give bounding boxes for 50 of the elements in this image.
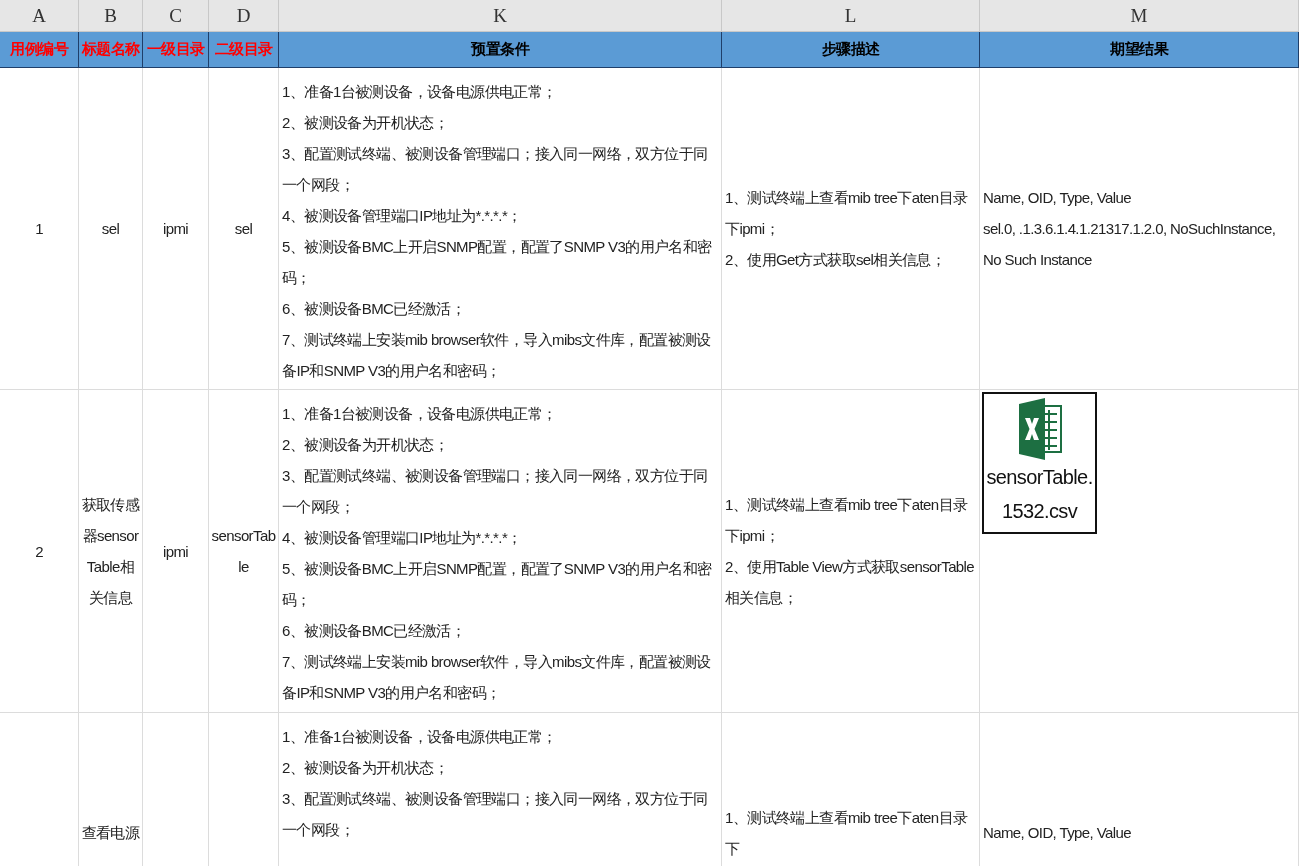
step-text: 1、测试终端上查看mib tree下aten目录下ipmi； <box>725 495 969 546</box>
spreadsheet-file-icon <box>1016 398 1063 460</box>
case-title: 查看电源 <box>80 823 141 843</box>
precondition-text: 5、被测设备BMC上开启SNMP配置，配置了SNMP V3的用户名和密码； <box>282 237 713 288</box>
precondition-text: 1、准备1台被测设备，设备电源供电正常； <box>282 727 558 747</box>
step-text: 1、测试终端上查看mib tree下aten目录下ipmi； <box>725 188 969 239</box>
subcategory-text: sel <box>233 219 254 239</box>
expected-result-text: sel.0, .1.3.6.1.4.1.21317.1.2.0, NoSuchInstance, No Such Instance <box>983 219 1277 270</box>
case-title: sel <box>100 219 121 239</box>
precondition-text: 2、被测设备为开机状态； <box>282 113 450 133</box>
column-letter-header[interactable]: M <box>980 0 1299 32</box>
case-number: 2 <box>34 541 44 562</box>
precondition-text: 6、被测设备BMC已经激活； <box>282 621 467 641</box>
subcategory-text: sensorTable <box>210 526 277 577</box>
column-title: 步骤描述 <box>821 40 880 59</box>
precondition-text: 5、被测设备BMC上开启SNMP配置，配置了SNMP V3的用户名和密码； <box>282 559 713 610</box>
step-text: 2、使用Table View方式获取sensorTable相关信息； <box>725 557 976 608</box>
precondition-text: 7、测试终端上安装mib browser软件，导入mibs文件库，配置被测设备IP和SNMP V3的用户名和密码； <box>282 652 712 703</box>
column-letter-header[interactable]: B <box>79 0 143 32</box>
case-number: 1 <box>34 219 44 239</box>
column-title: 期望结果 <box>1110 40 1168 59</box>
precondition-text: 2、被测设备为开机状态； <box>282 435 450 455</box>
category-text: ipmi <box>161 541 190 562</box>
step-text: 1、测试终端上查看mib tree下aten目录下 <box>725 807 969 859</box>
column-letter-header[interactable]: C <box>143 0 209 32</box>
column-title: 二级目录 <box>214 40 273 59</box>
precondition-text: 3、配置测试终端、被测设备管理端口；接入同一网络，双方位于同一个网段； <box>282 466 709 517</box>
step-text: 2、使用Get方式获取sel相关信息； <box>725 250 947 270</box>
file-attachment[interactable]: sensorTable.1532.csv <box>982 392 1097 534</box>
precondition-text: 6、被测设备BMC已经激活； <box>282 299 467 319</box>
column-title: 标题名称 <box>81 40 140 59</box>
precondition-text: 1、准备1台被测设备，设备电源供电正常； <box>282 82 558 102</box>
precondition-text: 3、配置测试终端、被测设备管理端口；接入同一网络，双方位于同一个网段； <box>282 144 709 195</box>
column-title: 一级目录 <box>146 40 205 59</box>
column-title: 预置条件 <box>471 40 529 59</box>
precondition-text: 2、被测设备为开机状态； <box>282 758 450 778</box>
category-text: ipmi <box>161 219 190 239</box>
precondition-text: 1、准备1台被测设备，设备电源供电正常； <box>282 404 558 424</box>
column-letter-header[interactable]: K <box>279 0 722 32</box>
precondition-text: 7、测试终端上安装mib browser软件，导入mibs文件库，配置被测设备IP和SNMP V3的用户名和密码； <box>282 330 712 381</box>
expected-result-text: Name, OID, Type, Value <box>983 823 1132 843</box>
column-title: 用例编号 <box>10 40 68 59</box>
column-letter-header[interactable]: A <box>0 0 79 32</box>
column-letter-header[interactable]: L <box>722 0 980 32</box>
precondition-text: 3、配置测试终端、被测设备管理端口；接入同一网络，双方位于同一个网段； <box>282 789 709 840</box>
case-title: 获取传感器sensorTable相关信息 <box>80 495 141 608</box>
precondition-text: 4、被测设备管理端口IP地址为*.*.*.*； <box>282 206 523 226</box>
precondition-text: 4、被测设备管理端口IP地址为*.*.*.*； <box>282 528 523 548</box>
expected-result-text: Name, OID, Type, Value <box>983 188 1132 208</box>
column-letter-header[interactable]: D <box>209 0 279 32</box>
